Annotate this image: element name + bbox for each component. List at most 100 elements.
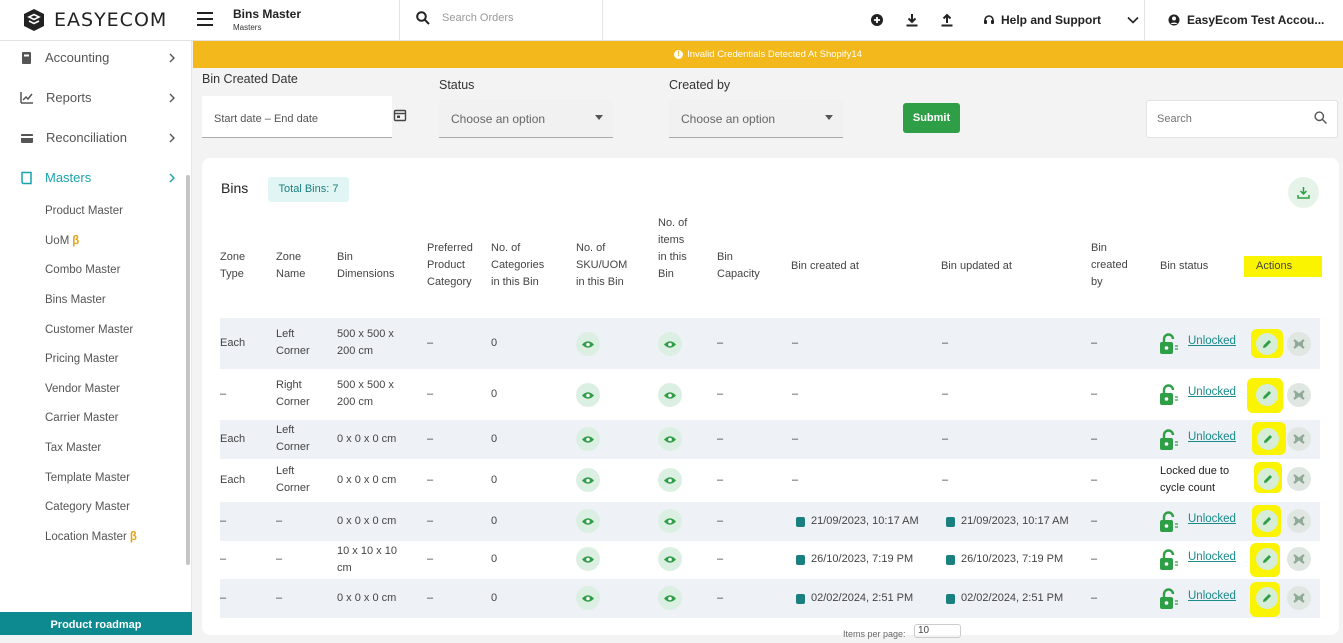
delete-icon	[1293, 516, 1305, 526]
edit-button[interactable]	[1256, 333, 1278, 355]
delete-icon	[1293, 339, 1305, 349]
sidebar-subitem-carrier-master[interactable]: Carrier Master	[45, 412, 118, 424]
search-box[interactable]	[1146, 100, 1338, 138]
cell-no-categories: 0	[491, 515, 498, 527]
edit-button[interactable]	[1257, 468, 1279, 490]
sidebar-item-masters[interactable]: Masters	[20, 170, 175, 185]
cell-bin-created-by: –	[1091, 515, 1098, 527]
cell-zone-name: Left Corner	[276, 328, 310, 357]
view-sku-button[interactable]	[576, 427, 600, 451]
view-items-button[interactable]	[658, 468, 682, 492]
sidebar-item-reconciliation[interactable]: Reconciliation	[20, 130, 175, 145]
user-menu[interactable]: EasyEcom Test Accou...	[1168, 13, 1324, 27]
column-header-preferred-category: Preferred Product Category	[427, 242, 473, 288]
cell-bin-dimensions: 500 x 500 x 200 cm	[337, 379, 394, 408]
edit-button[interactable]	[1256, 587, 1278, 609]
menu-toggle-icon[interactable]	[197, 12, 213, 26]
search-icon	[416, 11, 430, 25]
eye-icon	[582, 341, 594, 348]
logo[interactable]: EASYECOM	[22, 8, 167, 32]
eye-icon	[664, 518, 676, 525]
bin-status-link[interactable]: Unlocked	[1188, 551, 1236, 563]
sidebar-subitem-customer-master[interactable]: Customer Master	[45, 324, 133, 336]
cell-no-categories: 0	[491, 474, 498, 486]
submit-button[interactable]: Submit	[903, 103, 960, 133]
cell-bin-created-at: –	[792, 337, 799, 349]
status-select[interactable]: Choose an option	[439, 100, 613, 138]
view-items-button[interactable]	[658, 547, 682, 571]
edit-button[interactable]	[1256, 384, 1278, 406]
view-items-button[interactable]	[658, 509, 682, 533]
sidebar-subitem-tax-master[interactable]: Tax Master	[45, 442, 101, 454]
cell-bin-created-at: 26/10/2023, 7:19 PM	[811, 553, 914, 565]
edit-button[interactable]	[1256, 548, 1278, 570]
edit-button[interactable]	[1256, 510, 1278, 532]
help-and-support-button[interactable]: Help and Support	[983, 13, 1139, 27]
calendar-icon	[796, 555, 805, 565]
date-range-text: Start date – End date	[214, 113, 318, 125]
sidebar-subitem-category-master[interactable]: Category Master	[45, 501, 130, 513]
view-items-button[interactable]	[658, 586, 682, 610]
cell-zone-type: Each	[220, 474, 246, 486]
sidebar-item-label: Reconciliation	[46, 130, 127, 145]
view-items-button[interactable]	[658, 332, 682, 356]
delete-button[interactable]	[1287, 332, 1311, 356]
date-separator: –	[264, 113, 271, 125]
column-header-zone-type: Zone Type	[220, 251, 246, 280]
product-roadmap-button[interactable]: Product roadmap	[0, 612, 192, 635]
sidebar-scrollbar[interactable]	[186, 175, 190, 565]
search-icon[interactable]	[1314, 111, 1327, 124]
sidebar-subitem-bins-master[interactable]: Bins Master	[45, 294, 106, 306]
view-sku-button[interactable]	[576, 509, 600, 533]
bin-status-link[interactable]: Unlocked	[1188, 431, 1236, 443]
date-range-picker[interactable]: Start date – End date	[202, 96, 407, 138]
bins-title: Bins	[221, 180, 249, 196]
delete-button[interactable]	[1287, 547, 1311, 571]
cell-zone-name: –	[276, 553, 283, 565]
bin-status-link[interactable]: Unlocked	[1188, 590, 1236, 602]
delete-button[interactable]	[1287, 427, 1311, 451]
sidebar-subitem-location-master[interactable]: Location Master β	[45, 531, 137, 543]
view-sku-button[interactable]	[576, 586, 600, 610]
created-by-select[interactable]: Choose an option	[669, 100, 843, 138]
sidebar-subitem-combo-master[interactable]: Combo Master	[45, 264, 120, 276]
download-icon	[1297, 187, 1310, 199]
upload-icon[interactable]	[940, 13, 954, 27]
download-icon[interactable]	[905, 13, 919, 27]
delete-button[interactable]	[1287, 509, 1311, 533]
chevron-right-icon	[169, 53, 175, 62]
sidebar-item-reports[interactable]: Reports	[20, 90, 175, 105]
cell-bin-capacity: –	[717, 474, 724, 486]
sidebar-subitem-template-master[interactable]: Template Master	[45, 472, 130, 484]
edit-button[interactable]	[1257, 428, 1279, 450]
cell-bin-updated-at: 26/10/2023, 7:19 PM	[961, 553, 1064, 565]
bin-status-link[interactable]: Unlocked	[1188, 386, 1236, 398]
view-items-button[interactable]	[658, 383, 682, 407]
cell-bin-created-by: –	[1091, 474, 1098, 486]
view-sku-button[interactable]	[576, 383, 600, 407]
delete-button[interactable]	[1287, 383, 1311, 407]
bin-status-link[interactable]: Unlocked	[1188, 335, 1236, 347]
search-input[interactable]	[1157, 113, 1307, 125]
download-button[interactable]	[1288, 177, 1319, 208]
sidebar-subitem-product-master[interactable]: Product Master	[45, 205, 123, 217]
bin-created-date-label: Bin Created Date	[202, 72, 298, 86]
view-sku-button[interactable]	[576, 468, 600, 492]
bin-status-link[interactable]: Unlocked	[1188, 513, 1236, 525]
calendar-icon[interactable]	[393, 108, 407, 122]
items-per-page-select[interactable]: 10	[914, 624, 961, 638]
view-sku-button[interactable]	[576, 332, 600, 356]
delete-button[interactable]	[1287, 586, 1311, 610]
delete-button[interactable]	[1287, 467, 1311, 491]
sidebar-subitem-pricing-master[interactable]: Pricing Master	[45, 353, 119, 365]
view-items-button[interactable]	[658, 427, 682, 451]
search-orders[interactable]: Search Orders	[416, 11, 514, 25]
sidebar-subitem-label: Pricing Master	[45, 353, 119, 365]
sidebar-subitem-uom[interactable]: UoM β	[45, 235, 79, 247]
cell-bin-capacity: –	[717, 337, 724, 349]
sidebar-subitem-vendor-master[interactable]: Vendor Master	[45, 383, 120, 395]
add-icon[interactable]	[870, 13, 884, 27]
view-sku-button[interactable]	[576, 547, 600, 571]
pencil-icon	[1264, 435, 1272, 443]
sidebar-item-accounting[interactable]: Accounting	[20, 50, 175, 65]
